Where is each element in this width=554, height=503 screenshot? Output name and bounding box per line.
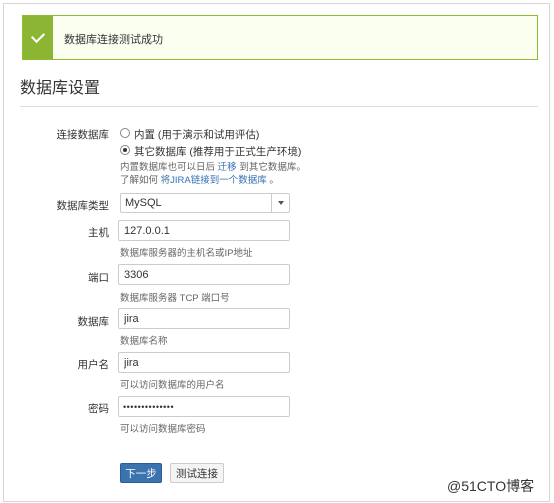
database-label: 数据库 [77, 316, 110, 328]
username-hint: 可以访问数据库的用户名 [120, 380, 225, 391]
port-input[interactable] [118, 264, 290, 285]
chevron-down-icon[interactable] [278, 201, 284, 205]
test-connection-button[interactable]: 测试连接 [170, 463, 224, 483]
port-label: 端口 [88, 272, 109, 284]
title-divider [20, 106, 538, 107]
username-label: 用户名 [77, 359, 110, 371]
watermark: @51CTO博客 [447, 478, 535, 494]
username-input[interactable] [118, 352, 290, 373]
page-title: 数据库设置 [20, 80, 101, 97]
select-separator [271, 194, 272, 212]
radio-builtin-label[interactable]: 内置 (用于演示和试用评估) [134, 127, 259, 142]
radio-other-db[interactable] [120, 145, 130, 155]
success-message: 数据库连接测试成功 [64, 34, 163, 46]
db-type-select[interactable]: MySQL [120, 193, 290, 213]
password-label: 密码 [88, 403, 109, 415]
db-type-label: 数据库类型 [56, 200, 110, 212]
password-hint: 可以访问数据库密码 [120, 424, 206, 435]
connect-hint: 了解如何 将JIRA链接到一个数据库 。 [120, 172, 279, 186]
connect-hint-suffix: 。 [269, 175, 279, 186]
database-input[interactable] [118, 308, 290, 329]
checkmark-icon [30, 28, 46, 44]
radio-builtin[interactable] [120, 128, 130, 138]
host-label: 主机 [88, 227, 109, 239]
host-hint: 数据库服务器的主机名或IP地址 [120, 248, 253, 259]
radio-other-db-label[interactable]: 其它数据库 (推荐用于正式生产环境) [134, 144, 301, 159]
success-icon-box [23, 16, 53, 59]
db-type-value: MySQL [125, 197, 162, 209]
connection-label: 连接数据库 [56, 129, 110, 141]
next-button[interactable]: 下一步 [120, 463, 162, 483]
port-hint: 数据库服务器 TCP 端口号 [120, 293, 230, 304]
database-hint: 数据库名称 [120, 336, 168, 347]
host-input[interactable] [118, 220, 290, 241]
password-mask: •••••••••••••• [123, 402, 175, 412]
migrate-hint: 内置数据库也可以日后 迁移 到其它数据库。 [120, 159, 306, 173]
connect-hint-prefix: 了解如何 [120, 175, 159, 186]
connect-db-link[interactable]: 将JIRA链接到一个数据库 [161, 175, 267, 186]
success-banner: 数据库连接测试成功 [22, 15, 538, 60]
